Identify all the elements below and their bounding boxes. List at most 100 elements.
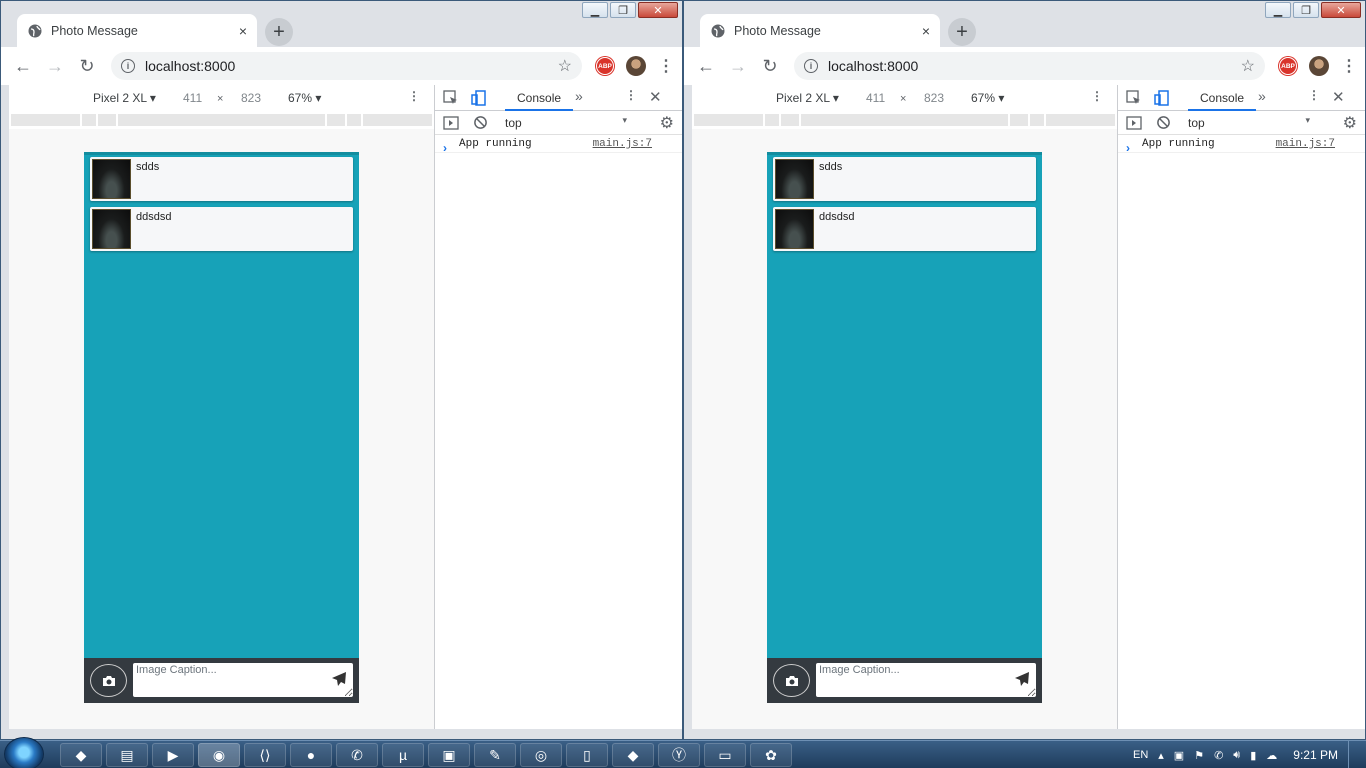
- camera-button[interactable]: [90, 664, 127, 697]
- info-icon[interactable]: i: [804, 59, 818, 73]
- taskbar-app-explorer[interactable]: ▤: [106, 743, 148, 767]
- sidebar-toggle-icon[interactable]: [1126, 115, 1142, 131]
- device-width[interactable]: 411: [866, 91, 885, 105]
- minimize-button[interactable]: ▁: [1265, 2, 1291, 18]
- zoom-select[interactable]: 67% ▾: [288, 91, 321, 105]
- language-indicator[interactable]: EN: [1133, 749, 1148, 761]
- ruler-segment[interactable]: [362, 114, 432, 126]
- network-icon[interactable]: ▮: [1250, 749, 1256, 762]
- caption-input[interactable]: [133, 663, 353, 697]
- browser-tab[interactable]: Photo Message ×: [700, 14, 940, 47]
- close-devtools-icon[interactable]: ✕: [1332, 88, 1345, 106]
- star-icon[interactable]: ☆: [558, 56, 572, 76]
- taskbar-app-firefox[interactable]: ●: [290, 743, 332, 767]
- taskbar-app-chrome[interactable]: ◉: [198, 743, 240, 767]
- viber-tray-icon[interactable]: ✆: [1214, 749, 1223, 762]
- reload-button[interactable]: ↻: [756, 52, 784, 80]
- sidebar-toggle-icon[interactable]: [443, 115, 459, 131]
- taskbar-app-yammer[interactable]: Ⓨ: [658, 743, 700, 767]
- taskbar-app-window[interactable]: ▭: [704, 743, 746, 767]
- device-menu-icon[interactable]: ⋮: [408, 89, 420, 103]
- settings-gear-icon[interactable]: ⚙: [660, 113, 674, 133]
- menu-kebab-icon[interactable]: ⋮: [658, 56, 674, 76]
- taskbar-app-notes[interactable]: ▯: [566, 743, 608, 767]
- ruler-segment[interactable]: [694, 114, 764, 126]
- more-tabs-icon[interactable]: »: [575, 88, 583, 104]
- context-select[interactable]: top: [501, 113, 631, 132]
- star-icon[interactable]: ☆: [1241, 56, 1255, 76]
- tray-expand-icon[interactable]: ▴: [1158, 749, 1164, 762]
- message-card[interactable]: sdds: [90, 157, 353, 201]
- ruler-segment[interactable]: [11, 114, 81, 126]
- device-toggle-icon[interactable]: [1154, 90, 1170, 106]
- volume-icon[interactable]: 🔊︎: [1233, 749, 1240, 762]
- send-icon[interactable]: [1014, 671, 1030, 687]
- inspect-icon[interactable]: [443, 90, 459, 106]
- ruler-segment[interactable]: [1010, 114, 1029, 126]
- taskbar-app-media[interactable]: ▶: [152, 743, 194, 767]
- browser-tab[interactable]: Photo Message ×: [17, 14, 257, 47]
- device-width[interactable]: 411: [183, 91, 202, 105]
- show-desktop-button[interactable]: [1348, 741, 1358, 768]
- new-tab-button[interactable]: +: [948, 18, 976, 46]
- devtools-menu-icon[interactable]: ⋮: [625, 88, 637, 102]
- close-window-button[interactable]: ✕: [638, 2, 678, 18]
- ruler-segment[interactable]: [82, 114, 96, 126]
- ruler-segment[interactable]: [347, 114, 361, 126]
- back-button[interactable]: ←: [692, 52, 720, 80]
- close-window-button[interactable]: ✕: [1321, 2, 1361, 18]
- device-menu-icon[interactable]: ⋮: [1091, 89, 1103, 103]
- info-icon[interactable]: i: [121, 59, 135, 73]
- zoom-select[interactable]: 67% ▾: [971, 91, 1004, 105]
- taskbar-app-viber[interactable]: ✆: [336, 743, 378, 767]
- ruler-segment[interactable]: [117, 114, 326, 126]
- address-bar[interactable]: i localhost:8000 ☆: [111, 52, 582, 80]
- close-tab-icon[interactable]: ×: [922, 23, 930, 39]
- clear-console-icon[interactable]: [473, 115, 488, 130]
- taskbar-app-gitkraken[interactable]: ◆: [60, 743, 102, 767]
- camera-button[interactable]: [773, 664, 810, 697]
- menu-kebab-icon[interactable]: ⋮: [1341, 56, 1357, 76]
- message-card[interactable]: ddsdsd: [90, 207, 353, 251]
- address-bar[interactable]: i localhost:8000 ☆: [794, 52, 1265, 80]
- cloud-icon[interactable]: ☁: [1266, 749, 1277, 762]
- device-height[interactable]: 823: [241, 91, 261, 105]
- profile-avatar[interactable]: [1309, 56, 1329, 76]
- console-prompt[interactable]: ›: [1126, 141, 1130, 155]
- taskbar-app-vscode[interactable]: ⟨⟩: [244, 743, 286, 767]
- adblock-icon[interactable]: ABP: [596, 57, 614, 75]
- adblock-icon[interactable]: ABP: [1279, 57, 1297, 75]
- clear-console-icon[interactable]: [1156, 115, 1171, 130]
- close-devtools-icon[interactable]: ✕: [649, 88, 662, 106]
- ruler-segment[interactable]: [1030, 114, 1044, 126]
- device-select[interactable]: Pixel 2 XL ▾: [776, 91, 839, 105]
- devtools-menu-icon[interactable]: ⋮: [1308, 88, 1320, 102]
- message-card[interactable]: ddsdsd: [773, 207, 1036, 251]
- ruler-segment[interactable]: [800, 114, 1009, 126]
- ruler-segment[interactable]: [327, 114, 346, 126]
- tray-app-icon[interactable]: ▣: [1174, 749, 1184, 762]
- taskbar-app-utorrent[interactable]: µ: [382, 743, 424, 767]
- taskbar-app-photo[interactable]: ◎: [520, 743, 562, 767]
- send-icon[interactable]: [331, 671, 347, 687]
- more-tabs-icon[interactable]: »: [1258, 88, 1266, 104]
- forward-button[interactable]: →: [41, 52, 69, 80]
- tab-console[interactable]: Console: [505, 85, 574, 111]
- tab-console[interactable]: Console: [1188, 85, 1257, 111]
- settings-gear-icon[interactable]: ⚙: [1343, 113, 1357, 133]
- device-toggle-icon[interactable]: [471, 90, 487, 106]
- console-prompt[interactable]: ›: [443, 141, 447, 155]
- ruler-segment[interactable]: [765, 114, 779, 126]
- maximize-button[interactable]: ❐: [610, 2, 636, 18]
- message-card[interactable]: sdds: [773, 157, 1036, 201]
- ruler-segment[interactable]: [780, 114, 799, 126]
- maximize-button[interactable]: ❐: [1293, 2, 1319, 18]
- taskbar-app-remote[interactable]: ▣: [428, 743, 470, 767]
- log-source-link[interactable]: main.js:7: [593, 138, 652, 150]
- new-tab-button[interactable]: +: [265, 18, 293, 46]
- taskbar-app-tool[interactable]: ✎: [474, 743, 516, 767]
- flag-icon[interactable]: ⚑: [1194, 749, 1204, 762]
- device-height[interactable]: 823: [924, 91, 944, 105]
- close-tab-icon[interactable]: ×: [239, 23, 247, 39]
- device-select[interactable]: Pixel 2 XL ▾: [93, 91, 156, 105]
